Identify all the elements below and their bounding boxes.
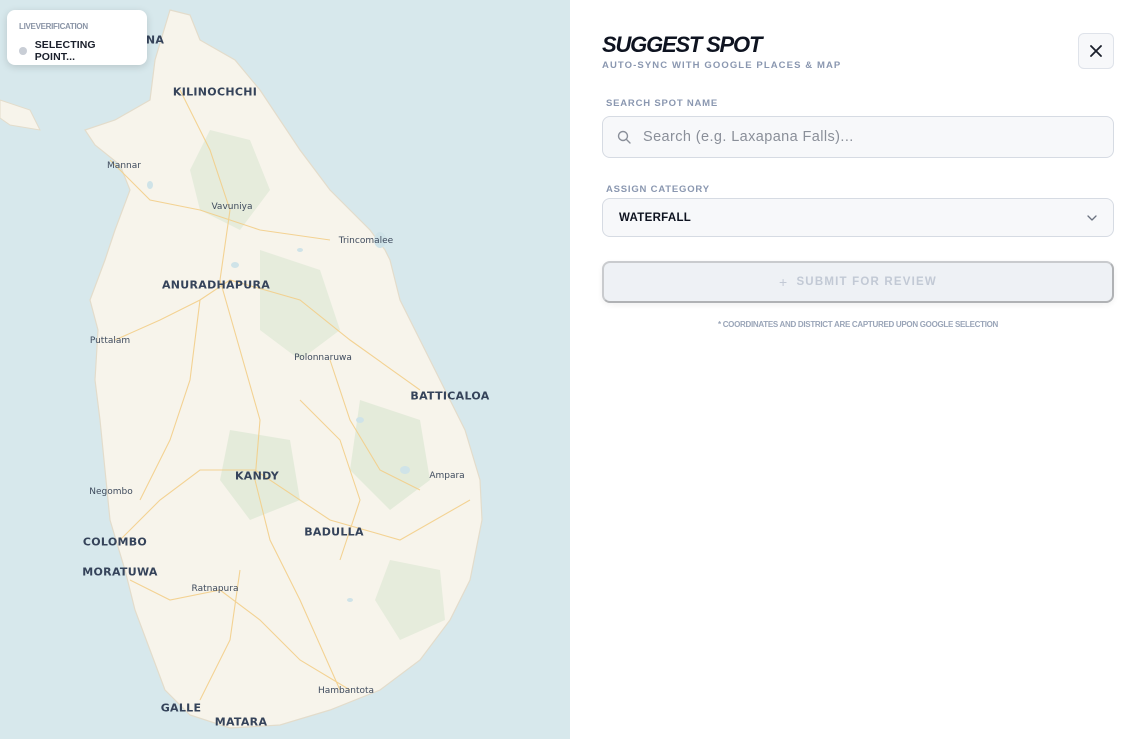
- search-label: SEARCH SPOT NAME: [606, 98, 719, 109]
- close-button[interactable]: [1078, 33, 1114, 69]
- plus-icon: +: [779, 274, 789, 290]
- category-select[interactable]: WATERFALL: [602, 198, 1114, 237]
- search-field[interactable]: [602, 116, 1114, 158]
- map-label-anuradhapura: ANURADHAPURA: [161, 278, 271, 292]
- status-dot-icon: [19, 47, 27, 55]
- map-label-puttalam: Puttalam: [89, 336, 131, 346]
- map-label-kilinochchi: KILINOCHCHI: [172, 85, 258, 99]
- coordinates-note: * COORDINATES AND DISTRICT ARE CAPTURED …: [717, 320, 999, 329]
- map-label-kandy: KANDY: [234, 469, 280, 483]
- suggest-spot-panel: SUGGEST SPOT AUTO-SYNC WITH GOOGLE PLACE…: [570, 0, 1146, 739]
- map-label-hambantota: Hambantota: [317, 686, 375, 696]
- close-icon: [1090, 45, 1102, 57]
- map-canvas[interactable]: [0, 0, 570, 739]
- map-view[interactable]: NA KILINOCHCHI Mannar Vavuniya Trincomalee AN…: [0, 0, 570, 739]
- status-text: SELECTING POINT...: [34, 39, 96, 63]
- map-label-mannar: Mannar: [107, 161, 141, 171]
- map-label-trincomalee: Trincomalee: [338, 236, 394, 246]
- map-label-vavuniya: Vavuniya: [211, 202, 253, 212]
- map-label-negombo: Negombo: [89, 487, 133, 497]
- category-selected-value: WATERFALL: [619, 211, 692, 224]
- submit-for-review-button[interactable]: + SUBMIT FOR REVIEW: [602, 261, 1114, 303]
- panel-title: SUGGEST SPOT: [602, 32, 762, 57]
- search-icon: [617, 130, 631, 144]
- map-label-batticaloa: BATTICALOA: [410, 389, 490, 403]
- map-label-galle: GALLE: [160, 701, 202, 715]
- panel-subtitle: AUTO-SYNC WITH GOOGLE PLACES & MAP: [602, 60, 842, 71]
- map-label-polonnaruwa: Polonnaruwa: [294, 353, 352, 363]
- map-label-moratuwa: MORATUWA: [82, 565, 158, 579]
- map-label-ratnapura: Ratnapura: [191, 584, 239, 594]
- search-input[interactable]: [643, 129, 1083, 145]
- map-label-na: NA: [145, 33, 165, 47]
- category-label: ASSIGN CATEGORY: [606, 184, 710, 195]
- map-label-matara: MATARA: [214, 715, 268, 729]
- status-card-title: LIVEVERIFICATION: [19, 22, 88, 31]
- chevron-down-icon: [1087, 214, 1097, 221]
- map-label-colombo: COLOMBO: [82, 535, 148, 549]
- map-label-badulla: BADULLA: [304, 525, 364, 539]
- map-label-ampara: Ampara: [429, 471, 465, 481]
- submit-label: SUBMIT FOR REVIEW: [796, 276, 937, 288]
- live-verification-card: LIVEVERIFICATION SELECTING POINT...: [7, 10, 147, 65]
